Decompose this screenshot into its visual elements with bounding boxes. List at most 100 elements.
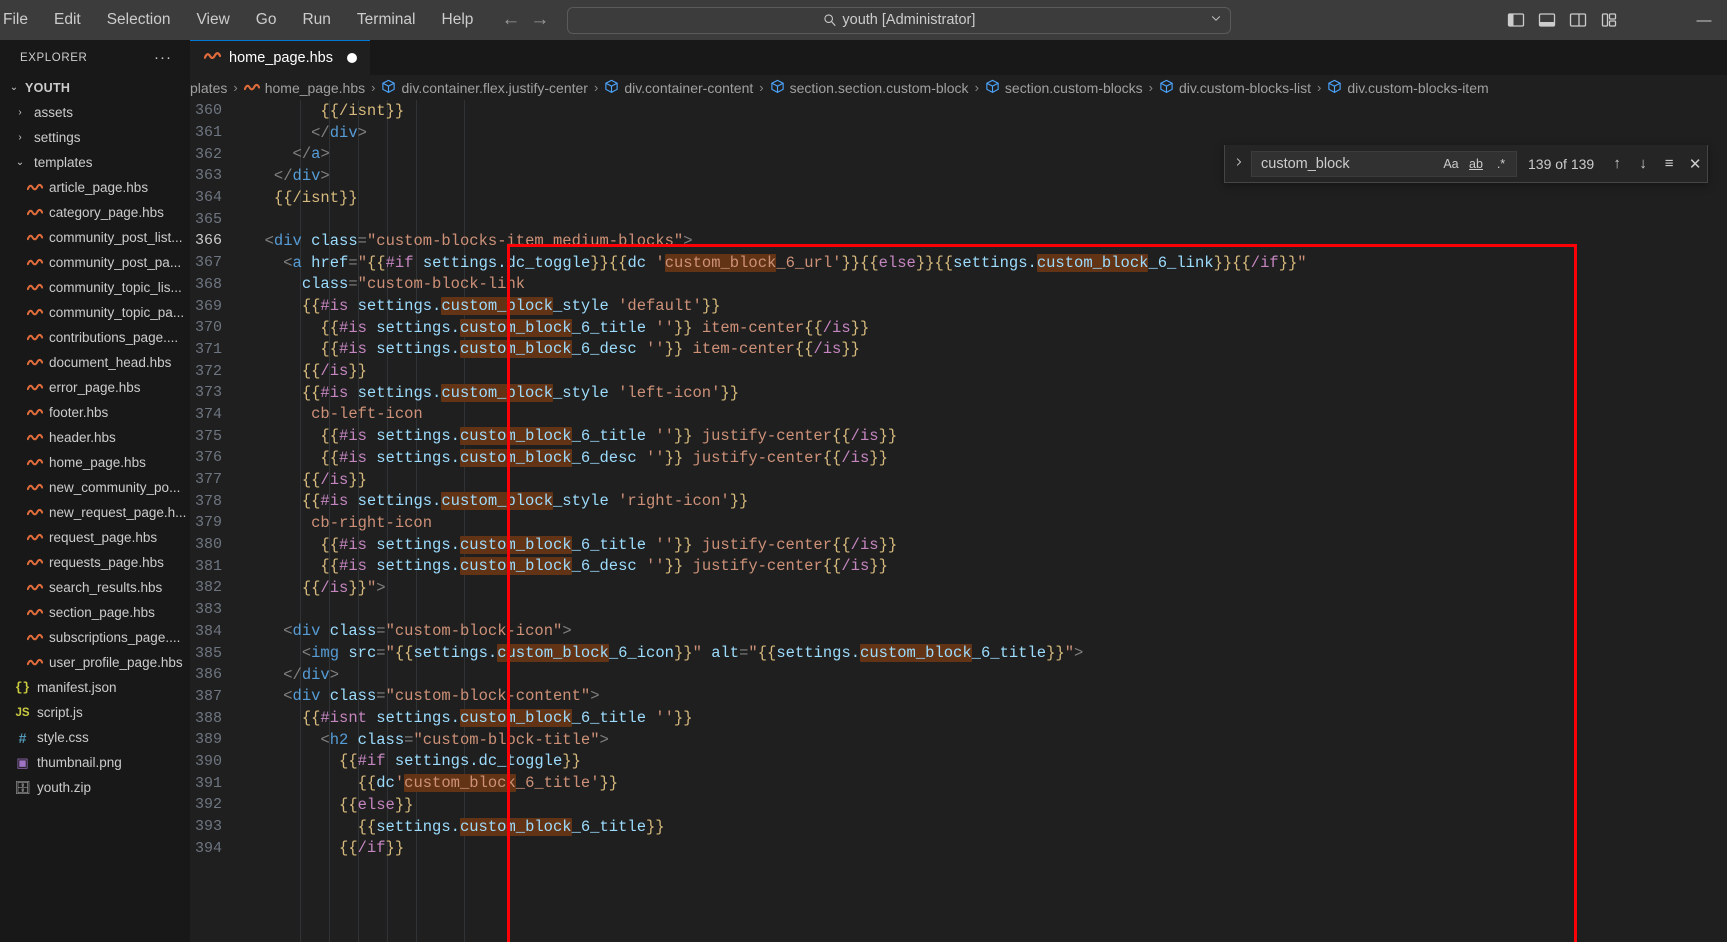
file-section_page-hbs[interactable]: section_page.hbs xyxy=(0,600,190,625)
code-line-392[interactable]: 392 {{else}} xyxy=(190,794,1727,816)
file-contributions_page----[interactable]: contributions_page.... xyxy=(0,325,190,350)
file-community_topic_lis---[interactable]: community_topic_lis... xyxy=(0,275,190,300)
code-line-372[interactable]: 372 {{/is}} xyxy=(190,360,1727,382)
code-line-380[interactable]: 380 {{#is settings.custom_block_6_title … xyxy=(190,534,1727,556)
folder-assets[interactable]: › assets xyxy=(0,100,190,125)
file-footer-hbs[interactable]: footer.hbs xyxy=(0,400,190,425)
match-case-icon[interactable]: Aa xyxy=(1440,153,1462,175)
code-line-371[interactable]: 371 {{#is settings.custom_block_6_desc '… xyxy=(190,339,1727,361)
file-community_post_list---[interactable]: community_post_list... xyxy=(0,225,190,250)
file-style-css[interactable]: # style.css xyxy=(0,725,190,750)
code-line-381[interactable]: 381 {{#is settings.custom_block_6_desc '… xyxy=(190,555,1727,577)
code-line-379[interactable]: 379 cb-right-icon xyxy=(190,512,1727,534)
code-line-365[interactable]: 365 xyxy=(190,208,1727,230)
file-user_profile_page-hbs[interactable]: user_profile_page.hbs xyxy=(0,650,190,675)
toggle-secondary-sidebar-icon[interactable] xyxy=(1568,10,1588,30)
file-document_head-hbs[interactable]: document_head.hbs xyxy=(0,350,190,375)
quick-open-bar[interactable]: youth [Administrator] xyxy=(567,6,1232,34)
code-line-393[interactable]: 393 {{settings.custom_block_6_title}} xyxy=(190,816,1727,838)
code-editor[interactable]: 360 {{/isnt}} 361 </div> 362 </a> 363 </div… xyxy=(190,100,1727,942)
file-home_page-hbs[interactable]: home_page.hbs xyxy=(0,450,190,475)
code-line-366[interactable]: 366 <div class="custom-blocks-item mediu… xyxy=(190,230,1727,252)
code-line-387[interactable]: 387 <div class="custom-block-content"> xyxy=(190,686,1727,708)
code-line-390[interactable]: 390 {{#if settings.dc_toggle}} xyxy=(190,751,1727,773)
file-manifest-json[interactable]: {} manifest.json xyxy=(0,675,190,700)
menu-run[interactable]: Run xyxy=(289,6,343,34)
file-requests_page-hbs[interactable]: requests_page.hbs xyxy=(0,550,190,575)
menu-file[interactable]: File xyxy=(0,6,41,34)
file-script-js[interactable]: JS script.js xyxy=(0,700,190,725)
breadcrumb-item[interactable]: home_page.hbs xyxy=(243,80,365,96)
toggle-primary-sidebar-icon[interactable] xyxy=(1506,10,1526,30)
code-line-369[interactable]: 369 {{#is settings.custom_block_style 'd… xyxy=(190,295,1727,317)
file-article_page-hbs[interactable]: article_page.hbs xyxy=(0,175,190,200)
code-line-370[interactable]: 370 {{#is settings.custom_block_6_title … xyxy=(190,317,1727,339)
tab-home-page-hbs[interactable]: home_page.hbs xyxy=(190,40,370,75)
minimize-button[interactable]: — xyxy=(1681,0,1727,40)
find-in-selection-icon[interactable]: ≡ xyxy=(1658,153,1680,175)
whole-word-icon[interactable]: ab xyxy=(1465,153,1487,175)
customize-layout-icon[interactable] xyxy=(1599,10,1619,30)
code-line-361[interactable]: 361 </div> xyxy=(190,122,1727,144)
breadcrumb-item[interactable]: div.custom-blocks-list xyxy=(1159,79,1311,97)
folder-templates[interactable]: ⌄ templates xyxy=(0,150,190,175)
file-request_page-hbs[interactable]: request_page.hbs xyxy=(0,525,190,550)
unsaved-indicator[interactable] xyxy=(347,53,357,63)
menu-help[interactable]: Help xyxy=(429,6,487,34)
breadcrumb-item[interactable]: div.container-content xyxy=(604,79,753,97)
more-actions-icon[interactable]: ··· xyxy=(154,49,172,66)
code-line-377[interactable]: 377 {{/is}} xyxy=(190,469,1727,491)
forward-arrow-icon[interactable]: → xyxy=(530,9,549,31)
code-line-360[interactable]: 360 {{/isnt}} xyxy=(190,100,1727,122)
file-header-hbs[interactable]: header.hbs xyxy=(0,425,190,450)
menu-terminal[interactable]: Terminal xyxy=(344,6,429,34)
breadcrumb-item[interactable]: div.container.flex.justify-center xyxy=(381,79,588,97)
file-subscriptions_page----[interactable]: subscriptions_page.... xyxy=(0,625,190,650)
breadcrumb-item[interactable]: section.section.custom-block xyxy=(770,79,969,97)
breadcrumb-item[interactable]: section.custom-blocks xyxy=(985,79,1143,97)
code-line-376[interactable]: 376 {{#is settings.custom_block_6_desc '… xyxy=(190,447,1727,469)
workspace-root-row[interactable]: ⌄ YOUTH xyxy=(0,75,190,100)
previous-match-icon[interactable]: ↑ xyxy=(1606,153,1628,175)
chevron-down-icon[interactable] xyxy=(1210,11,1222,29)
back-arrow-icon[interactable]: ← xyxy=(501,9,520,31)
code-line-364[interactable]: 364 {{/isnt}} xyxy=(190,187,1727,209)
file-new_request_page-h---[interactable]: new_request_page.h... xyxy=(0,500,190,525)
menu-edit[interactable]: Edit xyxy=(41,6,94,34)
code-line-394[interactable]: 394 {{/if}} xyxy=(190,837,1727,859)
file-youth-zip[interactable]: 🗄 youth.zip xyxy=(0,775,190,800)
code-line-384[interactable]: 384 <div class="custom-block-icon"> xyxy=(190,621,1727,643)
code-line-388[interactable]: 388 {{#isnt settings.custom_block_6_titl… xyxy=(190,707,1727,729)
file-error_page-hbs[interactable]: error_page.hbs xyxy=(0,375,190,400)
menu-view[interactable]: View xyxy=(183,6,242,34)
code-line-383[interactable]: 383 xyxy=(190,599,1727,621)
code-line-389[interactable]: 389 <h2 class="custom-block-title"> xyxy=(190,729,1727,751)
code-line-367[interactable]: 367 <a href="{{#if settings.dc_toggle}}{… xyxy=(190,252,1727,274)
code-line-391[interactable]: 391 {{dc'custom_block_6_title'}} xyxy=(190,772,1727,794)
find-input[interactable]: custom_block Aa ab .* xyxy=(1251,150,1517,177)
menu-go[interactable]: Go xyxy=(243,6,290,34)
code-line-385[interactable]: 385 <img src="{{settings.custom_block_6_… xyxy=(190,642,1727,664)
toggle-replace-icon[interactable] xyxy=(1227,156,1249,171)
code-line-382[interactable]: 382 {{/is}}"> xyxy=(190,577,1727,599)
code-line-373[interactable]: 373 {{#is settings.custom_block_style 'l… xyxy=(190,382,1727,404)
file-community_post_pa---[interactable]: community_post_pa... xyxy=(0,250,190,275)
breadcrumb-item[interactable]: plates xyxy=(190,80,227,96)
code-line-374[interactable]: 374 cb-left-icon xyxy=(190,404,1727,426)
toggle-panel-icon[interactable] xyxy=(1537,10,1557,30)
file-category_page-hbs[interactable]: category_page.hbs xyxy=(0,200,190,225)
code-line-386[interactable]: 386 </div> xyxy=(190,664,1727,686)
file-community_topic_pa---[interactable]: community_topic_pa... xyxy=(0,300,190,325)
next-match-icon[interactable]: ↓ xyxy=(1632,153,1654,175)
file-thumbnail-png[interactable]: ▣ thumbnail.png xyxy=(0,750,190,775)
close-find-icon[interactable]: ✕ xyxy=(1684,153,1706,175)
code-line-368[interactable]: 368 class="custom-block-link xyxy=(190,274,1727,296)
breadcrumb-item[interactable]: div.custom-blocks-item xyxy=(1327,79,1489,97)
code-line-375[interactable]: 375 {{#is settings.custom_block_6_title … xyxy=(190,425,1727,447)
code-line-378[interactable]: 378 {{#is settings.custom_block_style 'r… xyxy=(190,490,1727,512)
file-new_community_po---[interactable]: new_community_po... xyxy=(0,475,190,500)
file-search_results-hbs[interactable]: search_results.hbs xyxy=(0,575,190,600)
regex-icon[interactable]: .* xyxy=(1490,153,1512,175)
menu-selection[interactable]: Selection xyxy=(94,6,184,34)
folder-settings[interactable]: › settings xyxy=(0,125,190,150)
